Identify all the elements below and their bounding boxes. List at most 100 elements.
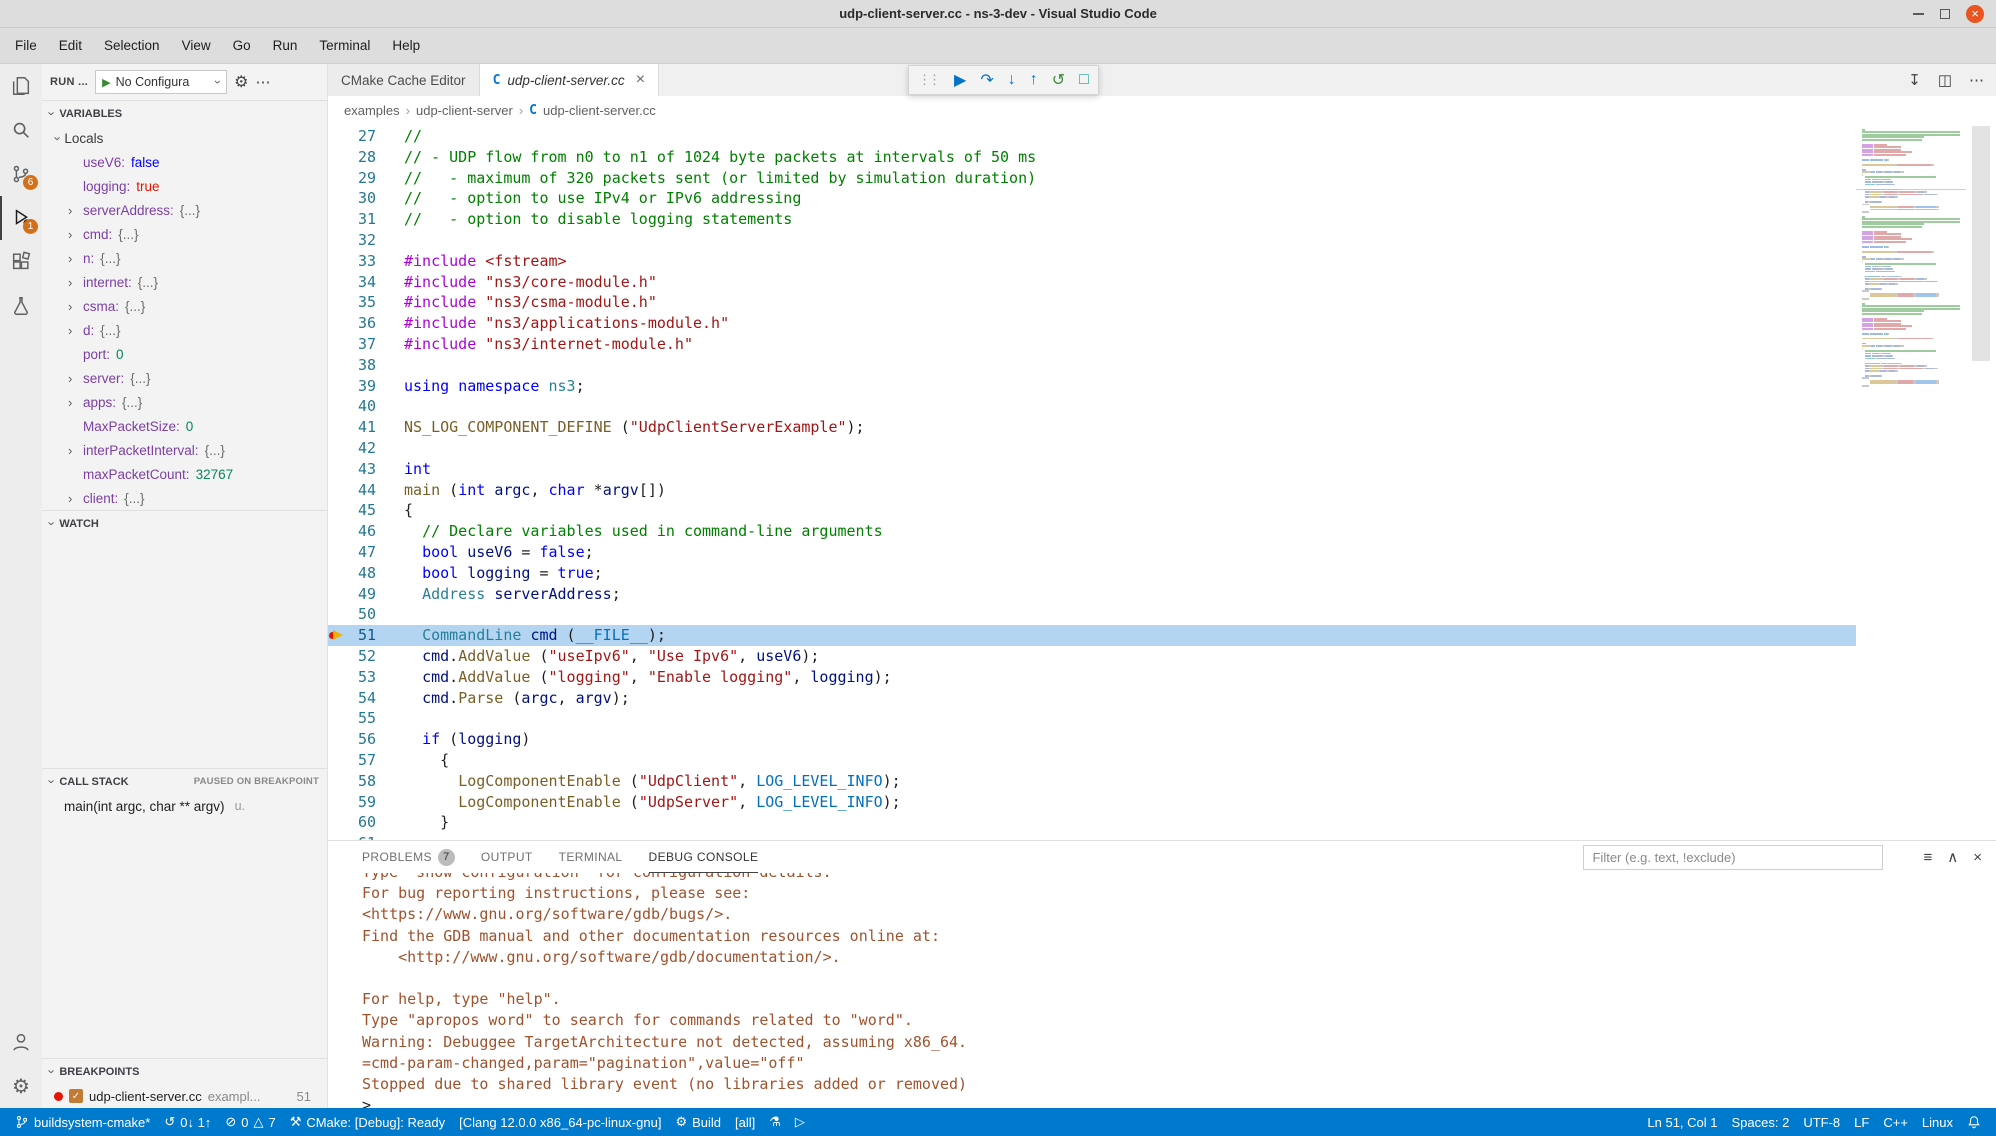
status-cmake[interactable]: ⚒ CMake: [Debug]: Ready <box>283 1108 452 1136</box>
line-number[interactable]: 46 <box>350 521 376 542</box>
variable-row[interactable]: ›csma:{...} <box>42 294 327 318</box>
code-editor[interactable]: 27//28// - UDP flow from n0 to n1 of 102… <box>328 124 1996 840</box>
variable-row[interactable]: port:0 <box>42 342 327 366</box>
code-line[interactable]: 46 // Declare variables used in command-… <box>328 521 1996 542</box>
status-build-button[interactable]: ⚙ Build <box>668 1108 728 1136</box>
code-line[interactable]: 28// - UDP flow from n0 to n1 of 1024 by… <box>328 147 1996 168</box>
test-explorer-icon[interactable] <box>0 284 42 328</box>
line-number[interactable]: 61 <box>350 833 376 840</box>
status-eol[interactable]: LF <box>1847 1108 1876 1136</box>
code-line[interactable]: 60 } <box>328 812 1996 833</box>
step-out-icon[interactable]: ↑ <box>1030 71 1038 89</box>
variable-row[interactable]: ›internet:{...} <box>42 270 327 294</box>
code-line[interactable]: 51 CommandLine cmd (__FILE__); <box>328 625 1996 646</box>
code-line[interactable]: 48 bool logging = true; <box>328 563 1996 584</box>
code-line[interactable]: 37#include "ns3/internet-module.h" <box>328 334 1996 355</box>
minimap[interactable] <box>1856 124 1966 840</box>
code-line[interactable]: 50 <box>328 604 1996 625</box>
code-line[interactable]: 49 Address serverAddress; <box>328 584 1996 605</box>
code-lines[interactable]: 27//28// - UDP flow from n0 to n1 of 102… <box>328 124 1996 840</box>
continue-icon[interactable]: ▶ <box>954 70 966 90</box>
status-launch-target[interactable]: ▷ <box>788 1108 812 1136</box>
code-line[interactable]: 33#include <fstream> <box>328 251 1996 272</box>
code-line[interactable]: 31// - option to disable logging stateme… <box>328 209 1996 230</box>
menu-view[interactable]: View <box>171 28 222 64</box>
close-icon[interactable]: × <box>1966 5 1984 23</box>
variable-row[interactable]: ›d:{...} <box>42 318 327 342</box>
code-line[interactable]: 53 cmd.AddValue ("logging", "Enable logg… <box>328 667 1996 688</box>
code-line[interactable]: 47 bool useV6 = false; <box>328 542 1996 563</box>
debug-console-output[interactable]: Type "show configuration" for configurat… <box>328 873 1996 1108</box>
split-editor-icon[interactable]: ◫ <box>1938 71 1952 89</box>
code-line[interactable]: 41NS_LOG_COMPONENT_DEFINE ("UdpClientSer… <box>328 417 1996 438</box>
run-debug-icon[interactable]: 1 <box>0 196 42 240</box>
stop-icon[interactable]: □ <box>1079 71 1089 89</box>
line-number[interactable]: 53 <box>350 667 376 688</box>
code-line[interactable]: 58 LogComponentEnable ("UdpClient", LOG_… <box>328 771 1996 792</box>
tab-output[interactable]: OUTPUT <box>481 841 533 873</box>
status-cmake-kit[interactable]: [Clang 12.0.0 x86_64-pc-linux-gnu] <box>452 1108 668 1136</box>
variable-row[interactable]: ›n:{...} <box>42 246 327 270</box>
line-number[interactable]: 29 <box>350 168 376 189</box>
drag-handle-icon[interactable]: ⋮⋮ <box>918 72 940 88</box>
status-language[interactable]: C++ <box>1876 1108 1915 1136</box>
code-line[interactable]: 29// - maximum of 320 packets sent (or l… <box>328 168 1996 189</box>
line-number[interactable]: 38 <box>350 355 376 376</box>
explorer-icon[interactable] <box>0 64 42 108</box>
restart-icon[interactable]: ↺ <box>1052 70 1065 90</box>
code-line[interactable]: 54 cmd.Parse (argc, argv); <box>328 688 1996 709</box>
breakpoint-item[interactable]: ✓ udp-client-server.cc exampl... 51 <box>42 1084 327 1108</box>
line-number[interactable]: 39 <box>350 376 376 397</box>
line-number[interactable]: 45 <box>350 500 376 521</box>
line-number[interactable]: 28 <box>350 147 376 168</box>
tab-cmake-cache-editor[interactable]: CMake Cache Editor <box>328 64 480 96</box>
menu-file[interactable]: File <box>4 28 48 64</box>
extensions-icon[interactable] <box>0 240 42 284</box>
breadcrumb-folder[interactable]: examples <box>344 103 400 118</box>
code-line[interactable]: 30// - option to use IPv4 or IPv6 addres… <box>328 188 1996 209</box>
more-actions-icon[interactable]: ⋯ <box>256 73 272 91</box>
status-git-branch[interactable]: buildsystem-cmake* <box>8 1108 157 1136</box>
line-number[interactable]: 60 <box>350 812 376 833</box>
variable-row[interactable]: MaxPacketSize:0 <box>42 414 327 438</box>
variables-header[interactable]: › VARIABLES <box>42 100 327 126</box>
code-line[interactable]: 32 <box>328 230 1996 251</box>
line-number[interactable]: 35 <box>350 292 376 313</box>
line-number[interactable]: 49 <box>350 584 376 605</box>
call-stack-header[interactable]: › CALL STACK PAUSED ON BREAKPOINT <box>42 768 327 794</box>
code-line[interactable]: 36#include "ns3/applications-module.h" <box>328 313 1996 334</box>
minimize-icon[interactable] <box>1913 13 1924 15</box>
settings-gear-icon[interactable]: ⚙ <box>0 1064 42 1108</box>
status-os[interactable]: Linux <box>1915 1108 1960 1136</box>
code-line[interactable]: 35#include "ns3/csma-module.h" <box>328 292 1996 313</box>
breakpoint-checkbox[interactable]: ✓ <box>69 1089 83 1103</box>
code-line[interactable]: 45{ <box>328 500 1996 521</box>
variable-row[interactable]: useV6:false <box>42 150 327 174</box>
status-build-target[interactable]: [all] <box>728 1108 762 1136</box>
line-number[interactable]: 27 <box>350 126 376 147</box>
code-line[interactable]: 56 if (logging) <box>328 729 1996 750</box>
variable-row[interactable]: maxPacketCount:32767 <box>42 462 327 486</box>
more-actions-icon[interactable]: ⋯ <box>1969 71 1984 89</box>
launch-config-dropdown[interactable]: ▶ No Configura › <box>95 70 227 94</box>
code-line[interactable]: 44main (int argc, char *argv[]) <box>328 480 1996 501</box>
line-number[interactable]: 31 <box>350 209 376 230</box>
variable-row[interactable]: ›interPacketInterval:{...} <box>42 438 327 462</box>
menu-edit[interactable]: Edit <box>48 28 93 64</box>
close-panel-icon[interactable]: × <box>1973 849 1982 866</box>
status-problems[interactable]: ⊘ 0 △ 7 <box>218 1108 282 1136</box>
code-line[interactable]: 55 <box>328 708 1996 729</box>
line-number[interactable]: 54 <box>350 688 376 709</box>
menu-help[interactable]: Help <box>381 28 431 64</box>
variable-row[interactable]: ›client:{...} <box>42 486 327 510</box>
code-line[interactable]: 27// <box>328 126 1996 147</box>
account-icon[interactable] <box>0 1020 42 1064</box>
line-number[interactable]: 40 <box>350 396 376 417</box>
code-line[interactable]: 39using namespace ns3; <box>328 376 1996 397</box>
download-icon[interactable]: ↧ <box>1908 71 1921 89</box>
scope-locals[interactable]: › Locals <box>42 126 327 150</box>
code-line[interactable]: 61 <box>328 833 1996 840</box>
breakpoints-header[interactable]: › BREAKPOINTS <box>42 1058 327 1084</box>
variable-row[interactable]: ›cmd:{...} <box>42 222 327 246</box>
line-number[interactable]: 34 <box>350 272 376 293</box>
